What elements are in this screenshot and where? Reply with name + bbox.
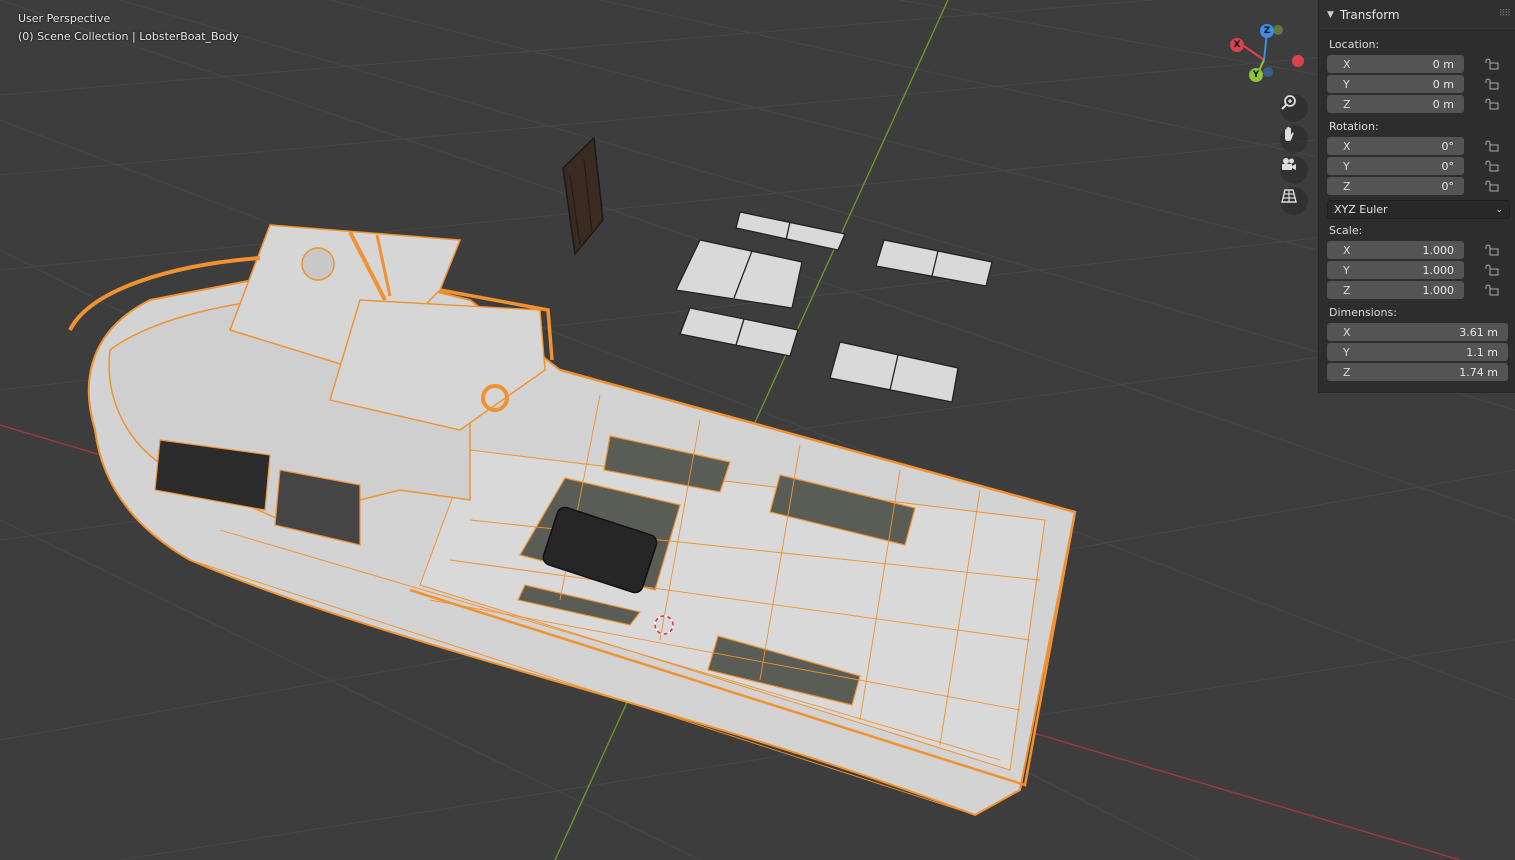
field-value: 1.000 <box>1422 243 1455 257</box>
lock-icon[interactable] <box>1485 264 1499 276</box>
field-value: 1.000 <box>1422 263 1455 277</box>
field-value: 1.1 m <box>1466 345 1498 359</box>
drag-grip-icon[interactable]: ⠿⠿ <box>1499 9 1511 19</box>
lock-icon[interactable] <box>1485 78 1499 90</box>
location-x-field[interactable]: X 0 m <box>1327 55 1464 73</box>
collection-info: (0) Scene Collection | LobsterBoat_Body <box>18 30 239 43</box>
field-axis-label: Y <box>1343 345 1350 359</box>
field-value: 0° <box>1441 139 1455 153</box>
scale-z-field[interactable]: Z 1.000 <box>1327 281 1464 299</box>
zoom-icon <box>1281 95 1296 110</box>
field-axis-label: Z <box>1343 97 1351 111</box>
location-label: Location: <box>1329 38 1380 51</box>
rotation-mode-value: XYZ Euler <box>1334 203 1388 216</box>
field-value: 0 m <box>1432 97 1454 111</box>
field-axis-label: X <box>1343 57 1351 71</box>
field-axis-label: Y <box>1343 159 1350 173</box>
camera-icon <box>1282 158 1296 170</box>
pan-tool-button[interactable] <box>1280 125 1308 153</box>
transform-sidebar: ▼ Transform ⠿⠿ Location: X 0 m Y 0 m Z 0… <box>1318 0 1515 393</box>
field-value: 0 m <box>1432 57 1454 71</box>
lock-icon[interactable] <box>1485 284 1499 296</box>
gizmo-z-axis[interactable]: Z <box>1260 24 1274 38</box>
perspective-toggle-button[interactable] <box>1280 187 1308 215</box>
chevron-down-icon: ⌄ <box>1495 204 1503 215</box>
navigation-gizmo[interactable]: X Z Y <box>1222 20 1312 90</box>
dimensions-label: Dimensions: <box>1329 306 1397 319</box>
zoom-tool-button[interactable] <box>1280 94 1308 122</box>
dimensions-z-field[interactable]: Z 1.74 m <box>1327 363 1508 381</box>
dimensions-x-field[interactable]: X 3.61 m <box>1327 323 1508 341</box>
field-axis-label: Y <box>1343 263 1350 277</box>
field-value: 0 m <box>1432 77 1454 91</box>
field-axis-label: Y <box>1343 77 1350 91</box>
scale-x-field[interactable]: X 1.000 <box>1327 241 1464 259</box>
door-object <box>562 136 604 256</box>
field-axis-label: X <box>1343 139 1351 153</box>
location-y-field[interactable]: Y 0 m <box>1327 75 1464 93</box>
scale-y-field[interactable]: Y 1.000 <box>1327 261 1464 279</box>
field-axis-label: X <box>1343 243 1351 257</box>
rotation-y-field[interactable]: Y 0° <box>1327 157 1464 175</box>
camera-view-button[interactable] <box>1280 156 1308 184</box>
scale-label: Scale: <box>1329 224 1363 237</box>
lobster-boat <box>68 224 1077 817</box>
field-axis-label: X <box>1343 325 1351 339</box>
transform-panel-title: Transform <box>1339 8 1400 22</box>
field-value: 1.000 <box>1422 283 1455 297</box>
lock-icon[interactable] <box>1485 180 1499 192</box>
field-value: 0° <box>1441 159 1455 173</box>
transform-panel-header[interactable]: ▼ Transform ⠿⠿ <box>1319 0 1515 31</box>
3d-viewport[interactable]: User Perspective (0) Scene Collection | … <box>0 0 1515 860</box>
lock-icon[interactable] <box>1485 160 1499 172</box>
field-axis-label: Z <box>1343 179 1351 193</box>
lock-icon[interactable] <box>1485 244 1499 256</box>
view-name: User Perspective <box>18 12 111 25</box>
lock-icon[interactable] <box>1485 98 1499 110</box>
field-value: 1.74 m <box>1459 365 1498 379</box>
dimensions-y-field[interactable]: Y 1.1 m <box>1327 343 1508 361</box>
rotation-label: Rotation: <box>1329 120 1379 133</box>
field-value: 0° <box>1441 179 1455 193</box>
field-axis-label: Z <box>1343 283 1351 297</box>
collapse-arrow-icon[interactable]: ▼ <box>1327 10 1334 20</box>
gizmo-x-axis[interactable]: X <box>1230 38 1244 52</box>
location-z-field[interactable]: Z 0 m <box>1327 95 1464 113</box>
lock-icon[interactable] <box>1485 140 1499 152</box>
field-axis-label: Z <box>1343 365 1351 379</box>
rotation-z-field[interactable]: Z 0° <box>1327 177 1464 195</box>
field-value: 3.61 m <box>1459 325 1498 339</box>
rotation-mode-select[interactable]: XYZ Euler ⌄ <box>1327 200 1510 219</box>
rotation-x-field[interactable]: X 0° <box>1327 137 1464 155</box>
panel-objects <box>675 211 993 403</box>
grid-icon <box>1281 189 1297 203</box>
hand-icon <box>1285 126 1294 141</box>
gizmo-y-axis[interactable]: Y <box>1249 68 1263 82</box>
lock-icon[interactable] <box>1485 58 1499 70</box>
